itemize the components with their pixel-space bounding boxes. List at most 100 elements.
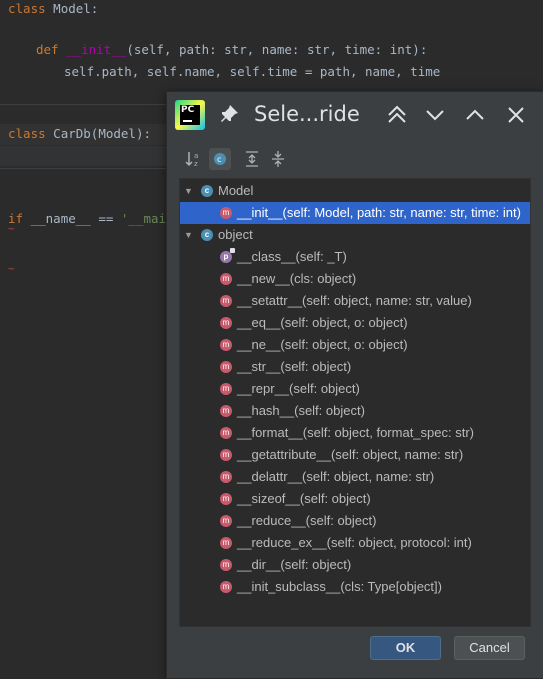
method-icon: m — [220, 471, 232, 483]
chevron-up-button[interactable] — [463, 103, 487, 127]
method-icon: m — [220, 537, 232, 549]
member-signature: __hash__(self: object) — [237, 403, 365, 418]
method-icon: m — [220, 559, 232, 571]
member-signature: __new__(cls: object) — [237, 271, 357, 286]
collapse-all-button[interactable] — [267, 148, 289, 170]
pycharm-logo-icon: PC — [175, 100, 205, 130]
tree-member-row[interactable]: m __dir__(self: object) — [180, 554, 530, 576]
main-check: __name__ == — [23, 211, 121, 226]
member-signature: __init_subclass__(cls: Type[object]) — [237, 579, 442, 594]
class-name: object — [218, 227, 253, 242]
tree-member-row[interactable]: p __class__(self: _T) — [180, 246, 530, 268]
class-name: Model — [218, 183, 254, 198]
member-signature: __getattribute__(self: object, name: str… — [237, 447, 464, 462]
member-signature: __str__(self: object) — [237, 359, 352, 374]
tree-member-row[interactable]: m __sizeof__(self: object) — [180, 488, 530, 510]
expand-arrow-icon[interactable]: ▼ — [184, 224, 193, 246]
tree-member-row[interactable]: m __hash__(self: object) — [180, 400, 530, 422]
close-icon — [508, 107, 524, 123]
member-signature: __repr__(self: object) — [237, 381, 360, 396]
error-squiggle: ~ — [8, 262, 15, 275]
tree-member-row[interactable]: m __format__(self: object, format_spec: s… — [180, 422, 530, 444]
member-tree[interactable]: ▼ c Model m __init__(self: Model, path: str,… — [179, 178, 531, 627]
method-icon: m — [220, 427, 232, 439]
chevron-down-icon — [426, 110, 444, 121]
sort-alpha-icon: az — [185, 152, 198, 168]
show-classes-button[interactable]: c — [209, 148, 231, 170]
tree-member-row[interactable]: m __getattribute__(self: object, name: st… — [180, 444, 530, 466]
method-icon: m — [220, 405, 232, 417]
class-decl: Model: — [45, 1, 99, 16]
tree-member-row[interactable]: m __ne__(self: object, o: object) — [180, 334, 530, 356]
pin-icon[interactable] — [220, 105, 240, 125]
method-icon: m — [220, 361, 232, 373]
tree-class-node[interactable]: ▼ c Model — [180, 180, 530, 202]
method-icon: m — [220, 207, 232, 219]
cancel-button[interactable]: Cancel — [454, 636, 525, 660]
member-signature: __init__(self: Model, path: str, name: s… — [237, 205, 521, 220]
method-icon: m — [220, 449, 232, 461]
expand-all-icon — [246, 151, 258, 167]
ok-button[interactable]: OK — [370, 636, 441, 660]
keyword: class — [8, 1, 46, 16]
method-icon: m — [220, 581, 232, 593]
select-methods-dialog: PC Sele...ride az c ▼ c Model m __init__… — [166, 91, 543, 679]
close-button[interactable] — [504, 103, 528, 127]
function-args: (self, path: str, name: str, time: int): — [126, 42, 428, 57]
member-signature: __dir__(self: object) — [237, 557, 352, 572]
chevron-up-icon — [466, 109, 484, 120]
svg-text:a: a — [194, 152, 198, 160]
member-signature: __delattr__(self: object, name: str) — [237, 469, 435, 484]
member-signature: __ne__(self: object, o: object) — [237, 337, 408, 352]
class-icon: c — [201, 185, 213, 197]
tree-member-row[interactable]: m __init__(self: Model, path: str, name: … — [180, 202, 530, 224]
member-signature: __reduce_ex__(self: object, protocol: in… — [237, 535, 472, 550]
method-icon: m — [220, 317, 232, 329]
tree-member-row[interactable]: m __eq__(self: object, o: object) — [180, 312, 530, 334]
code-line-3: self.path, self.name, self.time = path, … — [64, 63, 440, 81]
member-signature: __class__(self: _T) — [237, 249, 347, 264]
svg-text:z: z — [194, 160, 198, 168]
expand-arrow-icon[interactable]: ▼ — [184, 180, 193, 202]
code-line-4: class CarDb(Model): — [8, 125, 151, 143]
function-name: __init__ — [66, 42, 127, 57]
error-squiggle: ~ — [8, 222, 15, 235]
method-icon: m — [220, 295, 232, 307]
keyword: def — [36, 42, 59, 57]
class-icon: c — [201, 229, 213, 241]
tree-member-row[interactable]: m __reduce_ex__(self: object, protocol: i… — [180, 532, 530, 554]
class-decl: CarDb(Model): — [45, 126, 151, 141]
collapse-all-icon — [272, 151, 284, 167]
logo-text: PC — [181, 105, 195, 115]
method-icon: m — [220, 273, 232, 285]
expand-all-button[interactable] — [241, 148, 263, 170]
code-line-1: class Model: — [8, 0, 98, 18]
sort-alpha-button[interactable]: az — [183, 148, 205, 170]
code-line-2: def __init__(self, path: str, name: str,… — [36, 41, 427, 59]
member-signature: __sizeof__(self: object) — [237, 491, 371, 506]
class-filter-icon: c — [214, 153, 226, 165]
tree-member-row[interactable]: m __setattr__(self: object, name: str, va… — [180, 290, 530, 312]
member-signature: __eq__(self: object, o: object) — [237, 315, 408, 330]
tree-member-row[interactable]: m __repr__(self: object) — [180, 378, 530, 400]
member-signature: __reduce__(self: object) — [237, 513, 377, 528]
assignment: self.path, self.name, self.time = path, … — [64, 64, 441, 79]
method-icon: m — [220, 493, 232, 505]
dialog-titlebar[interactable]: PC Sele...ride — [167, 92, 543, 138]
method-icon: m — [220, 515, 232, 527]
member-signature: __setattr__(self: object, name: str, val… — [237, 293, 472, 308]
method-icon: m — [220, 339, 232, 351]
tree-member-row[interactable]: m __init_subclass__(cls: Type[object]) — [180, 576, 530, 598]
code-line-5: if __name__ == '__main_ — [8, 210, 181, 228]
tree-member-row[interactable]: m __delattr__(self: object, name: str) — [180, 466, 530, 488]
tree-member-row[interactable]: m __reduce__(self: object) — [180, 510, 530, 532]
chevron-down-button[interactable] — [423, 103, 447, 127]
member-signature: __format__(self: object, format_spec: st… — [237, 425, 474, 440]
tree-member-row[interactable]: m __str__(self: object) — [180, 356, 530, 378]
dialog-title: Sele...ride — [254, 102, 360, 126]
method-icon: m — [220, 383, 232, 395]
previous-occurrence-button[interactable] — [385, 103, 409, 127]
tree-member-row[interactable]: m __new__(cls: object) — [180, 268, 530, 290]
keyword: class — [8, 126, 46, 141]
tree-class-node[interactable]: ▼ c object — [180, 224, 530, 246]
